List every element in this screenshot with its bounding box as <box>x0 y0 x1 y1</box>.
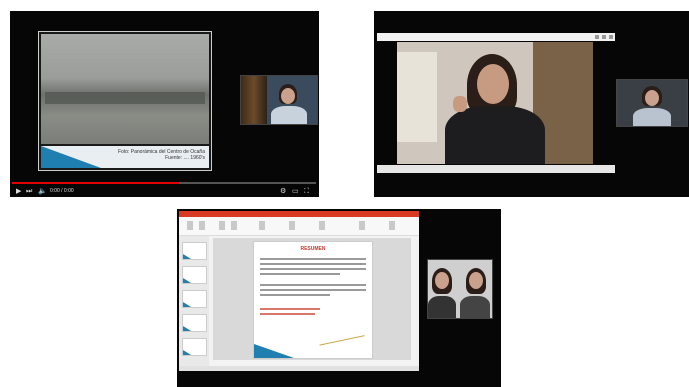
video-controls: ▶ ⏭ 🔈 0:00 / 0:00 ⚙ ▭ ⛶ <box>10 186 319 197</box>
play-icon[interactable]: ▶ <box>16 186 21 197</box>
next-icon[interactable]: ⏭ <box>26 186 32 197</box>
shapes-icon[interactable] <box>289 221 295 230</box>
bold-icon[interactable] <box>231 221 237 230</box>
signature-mark <box>317 325 365 346</box>
close-icon[interactable] <box>609 35 613 39</box>
fullscreen-icon[interactable]: ⛶ <box>304 186 309 197</box>
slide-caption-band: Foto: Panorámica del Centro de Ocaña Fue… <box>41 146 209 168</box>
slide-thumbnail[interactable] <box>182 290 207 308</box>
slide-thumbnail[interactable] <box>182 266 207 284</box>
minimize-icon[interactable] <box>595 35 599 39</box>
historic-photo <box>41 34 209 144</box>
powerpoint-window: RESUMEN <box>179 211 419 371</box>
presentation-panel: RESUMEN <box>177 209 501 387</box>
video-status-bar <box>377 165 615 173</box>
replace-icon[interactable] <box>389 221 395 230</box>
participant-webcam <box>616 79 688 127</box>
time-display: 0:00 / 0:00 <box>50 188 74 194</box>
paste-icon[interactable] <box>187 221 193 230</box>
meeting-panel <box>374 11 689 197</box>
slide-thumbnail[interactable] <box>182 338 207 356</box>
theater-icon[interactable]: ▭ <box>292 186 299 197</box>
slide-caption-line2: Fuente: .... 1960's <box>165 155 205 161</box>
paragraph-icon[interactable] <box>259 221 265 230</box>
slide-thumbnail[interactable] <box>182 242 207 260</box>
video-progress-bar[interactable] <box>12 182 316 184</box>
font-icon[interactable] <box>219 221 225 230</box>
presenter-webcam <box>240 75 318 125</box>
ribbon-toolbar <box>179 217 419 236</box>
slide-canvas: RESUMEN <box>213 238 411 360</box>
find-icon[interactable] <box>359 221 365 230</box>
slide-photo-frame: Foto: Panorámica del Centro de Ocaña Fue… <box>38 31 212 171</box>
window-titlebar <box>377 33 615 41</box>
participants-webcam <box>427 259 493 319</box>
slide-thumbnails <box>179 236 209 366</box>
current-slide[interactable]: RESUMEN <box>253 241 373 359</box>
volume-icon[interactable]: 🔈 <box>38 186 47 197</box>
slide-caption: Foto: Panorámica del Centro de Ocaña Fue… <box>118 149 205 161</box>
maximize-icon[interactable] <box>602 35 606 39</box>
slide-thumbnail[interactable] <box>182 314 207 332</box>
speaker-webcam <box>397 42 593 164</box>
settings-icon[interactable]: ⚙ <box>280 186 286 197</box>
slide-title: RESUMEN <box>300 246 326 252</box>
status-bar <box>179 366 419 371</box>
arrange-icon[interactable] <box>319 221 325 230</box>
video-panel: Foto: Panorámica del Centro de Ocaña Fue… <box>10 11 319 197</box>
new-slide-icon[interactable] <box>199 221 205 230</box>
